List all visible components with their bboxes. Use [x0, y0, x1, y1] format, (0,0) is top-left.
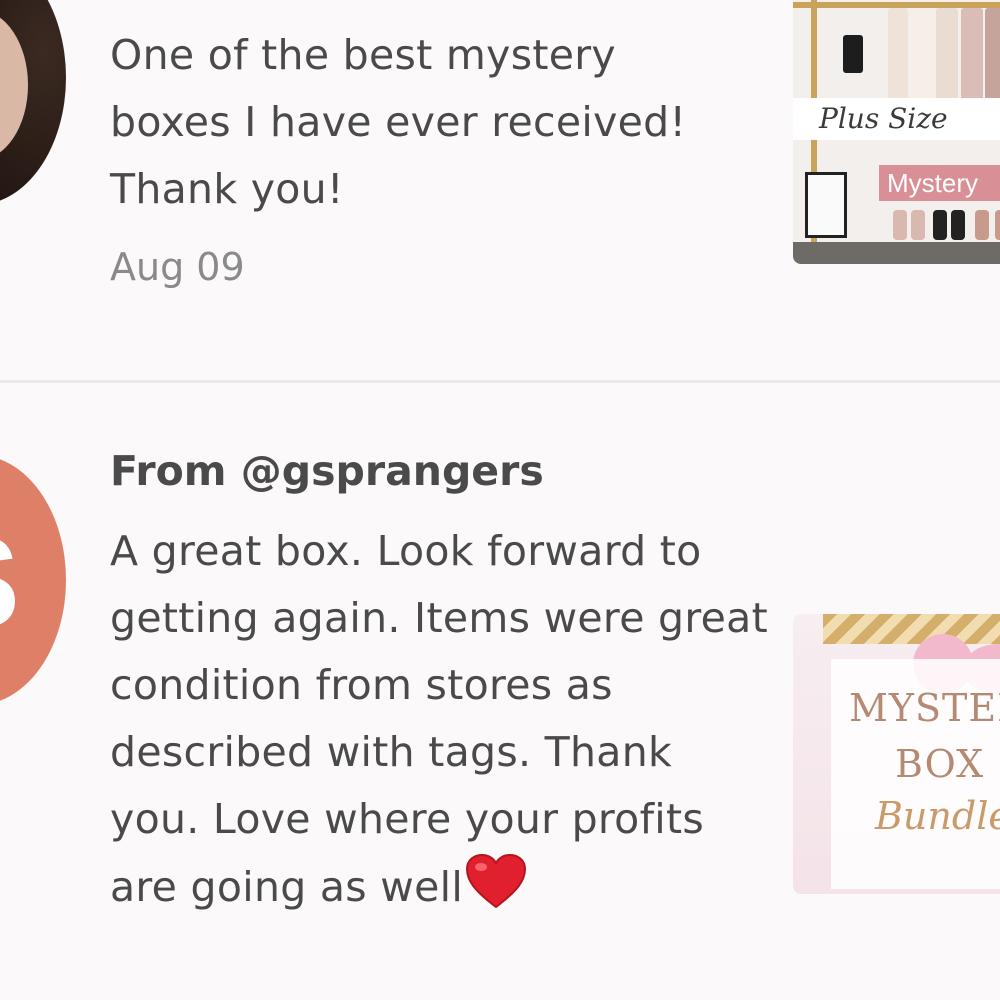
garment: [936, 8, 958, 103]
shoe: [951, 210, 965, 240]
floor-rug: [793, 242, 1000, 264]
product-title-line2: BOX: [895, 742, 985, 786]
review-text: A great box. Look forward to getting aga…: [110, 527, 768, 911]
product-title-line1: MYSTERY: [849, 686, 1000, 730]
garment: [911, 8, 933, 103]
garment: [961, 8, 983, 103]
reviewer-avatar[interactable]: S: [0, 455, 66, 705]
review-date: Aug 09: [110, 245, 245, 289]
review-text-container: A great box. Look forward to getting aga…: [110, 518, 770, 931]
product-label-mystery: Mystery: [879, 165, 1000, 201]
product-thumbnail[interactable]: Plus Size Mystery: [793, 0, 1000, 264]
shoe: [933, 210, 947, 240]
handbag: [843, 35, 863, 73]
heart-emoji: [465, 853, 527, 931]
review-text: One of the best mystery boxes I have eve…: [110, 31, 687, 213]
shoe: [893, 210, 907, 240]
avatar-initial: S: [0, 517, 20, 647]
product-title-line3: Bundle: [875, 794, 1000, 838]
reviews-page: One of the best mystery boxes I have eve…: [0, 0, 1000, 1000]
gold-hanger-rail: [823, 614, 1000, 644]
shoe: [911, 210, 925, 240]
garment: [985, 8, 1000, 103]
product-label-plus-size: Plus Size: [793, 98, 1000, 140]
garment: [888, 8, 908, 103]
picture-frame: [805, 172, 847, 238]
product-thumbnail[interactable]: MYSTERY BOX Bundle: [793, 614, 1000, 894]
reviewer-avatar[interactable]: [0, 0, 66, 205]
review-divider: [0, 380, 1000, 383]
shoe: [995, 210, 1000, 240]
reviewer-handle[interactable]: From @gsprangers: [110, 445, 544, 497]
shoe: [975, 210, 989, 240]
